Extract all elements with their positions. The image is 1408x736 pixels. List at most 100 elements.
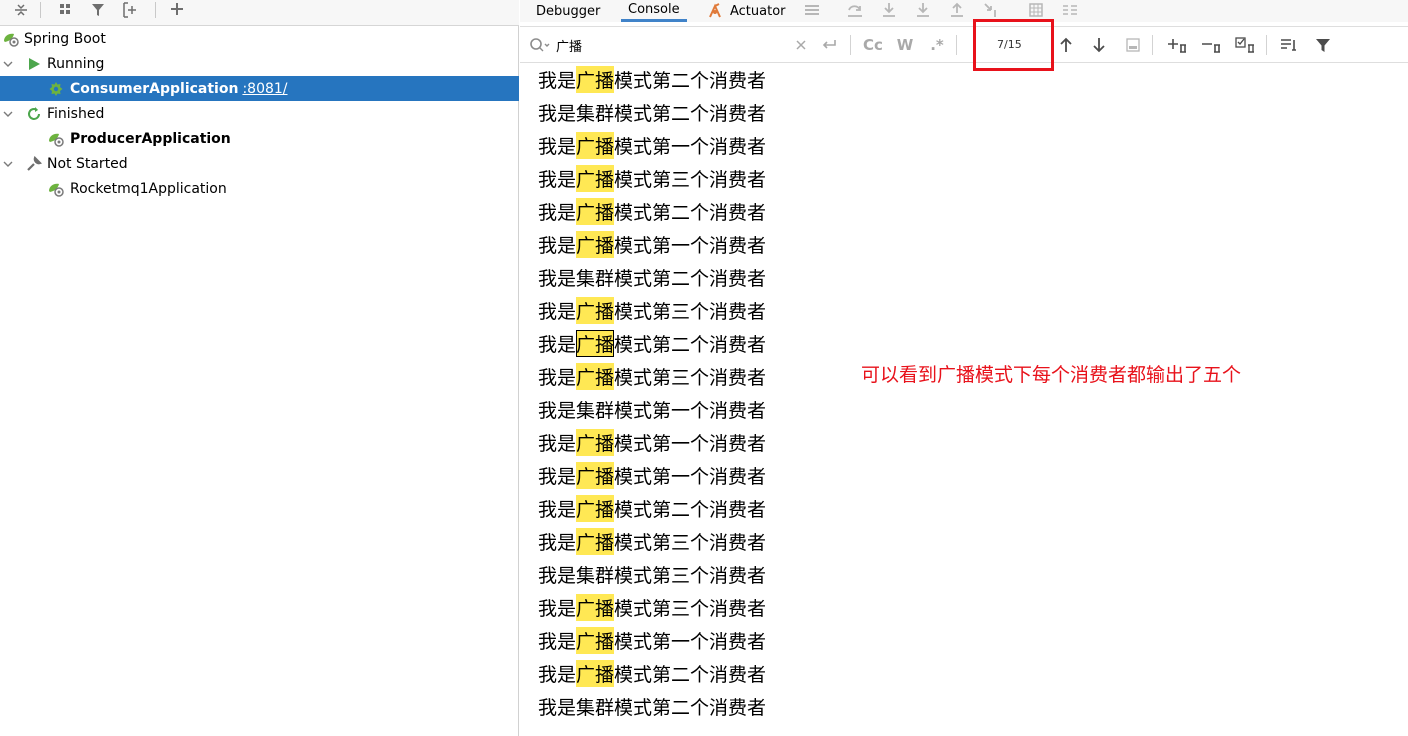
search-separator — [1152, 35, 1153, 55]
current-search-match: 广播 — [576, 330, 615, 357]
add-service-icon[interactable] — [167, 0, 189, 20]
new-line-icon[interactable] — [818, 35, 840, 55]
tree-node-running[interactable]: Running — [0, 51, 519, 76]
tree-node-label: Running — [47, 55, 105, 72]
console-line-text: 集群模式第二个消费者 — [576, 103, 767, 125]
tab-console[interactable]: Console — [621, 0, 687, 22]
console-line: 我是 广播 模式第三个消费者 — [538, 294, 766, 327]
console-line-text: 集群模式第二个消费者 — [576, 268, 767, 290]
search-icon[interactable] — [528, 35, 552, 55]
tree-node-consumer-application[interactable]: ConsumerApplication:8081/ — [0, 76, 519, 101]
tab-actuator[interactable]: Actuator — [708, 0, 786, 22]
search-separator — [850, 35, 851, 55]
search-match-highlight: 广播 — [576, 627, 615, 654]
console-line-text: 模式第二个消费者 — [614, 664, 767, 686]
console-line-text: 我是 — [538, 70, 577, 92]
tree-node-label: Finished — [47, 105, 105, 122]
tree-node-label: Spring Boot — [24, 30, 106, 47]
console-line-text: 模式第一个消费者 — [614, 136, 767, 158]
spring-boot-icon — [47, 130, 65, 148]
console-line-text: 我是 — [538, 235, 577, 257]
tree-node-not-started[interactable]: Not Started — [0, 151, 519, 176]
console-line-text: 模式第三个消费者 — [614, 367, 767, 389]
console-line-text: 模式第二个消费者 — [614, 202, 767, 224]
console-line: 我是 广播 模式第一个消费者 — [538, 129, 766, 162]
search-match-highlight: 广播 — [576, 462, 615, 489]
console-line-text: 我是 — [538, 334, 577, 356]
chevron-down-icon[interactable] — [1, 57, 15, 71]
console-line-text: 集群模式第一个消费者 — [576, 400, 767, 422]
tree-node-finished[interactable]: Finished — [0, 101, 519, 126]
search-input[interactable]: 广播 — [556, 36, 582, 55]
tree-node-producer-application[interactable]: ProducerApplication — [0, 126, 519, 151]
console-line-text: 模式第一个消费者 — [614, 466, 767, 488]
console-panel: Debugger Console Actuator 广播 Cc W .* 7/1… — [520, 0, 1408, 736]
add-occurrence-icon[interactable] — [1165, 35, 1191, 55]
console-output: 我是 广播 模式第二个消费者 我是 集群模式第二个消费者 我是 广播 模式第一个消费者 我是 广播… — [520, 63, 1408, 736]
regex-toggle[interactable]: .* — [926, 35, 948, 55]
search-match-highlight: 广播 — [576, 660, 615, 687]
console-line: 我是 广播 模式第二个消费者 — [538, 492, 766, 525]
next-occurrence-icon[interactable] — [1088, 35, 1110, 55]
chevron-down-icon[interactable] — [1, 157, 15, 171]
tree-node-rocketmq1-application[interactable]: Rocketmq1Application — [0, 176, 519, 201]
search-separator — [956, 35, 957, 55]
ide-window: Spring Boot Running ConsumerApplication:… — [0, 0, 1408, 736]
soft-wrap-icon[interactable] — [1278, 35, 1300, 55]
console-line: 我是 集群模式第二个消费者 — [538, 96, 766, 129]
console-line-text: 我是 — [538, 532, 577, 554]
search-match-highlight: 广播 — [576, 495, 615, 522]
search-separator — [1266, 35, 1267, 55]
console-line: 我是 广播 模式第二个消费者 — [538, 63, 766, 96]
step-out-icon[interactable] — [946, 0, 968, 20]
toolbar-separator — [40, 2, 41, 18]
match-case-toggle[interactable]: Cc — [860, 35, 886, 55]
tree-node-label: ProducerApplication — [70, 130, 231, 147]
run-to-cursor-icon[interactable] — [980, 0, 1002, 20]
select-all-occurrences-icon[interactable] — [1233, 35, 1259, 55]
toolbar-separator — [155, 2, 156, 18]
tree-node-label: Rocketmq1Application — [70, 180, 227, 197]
remove-occurrence-icon[interactable] — [1199, 35, 1225, 55]
search-match-highlight: 广播 — [576, 198, 615, 225]
console-line: 我是 广播 模式第三个消费者 — [538, 525, 766, 558]
search-match-highlight: 广播 — [576, 594, 615, 621]
menu-icon[interactable] — [801, 0, 823, 20]
console-line-text: 集群模式第二个消费者 — [576, 697, 767, 719]
collapse-all-icon[interactable] — [10, 0, 32, 20]
previous-occurrence-icon[interactable] — [1055, 35, 1077, 55]
evaluate-expression-icon[interactable] — [1025, 0, 1047, 20]
new-tab-icon[interactable] — [120, 0, 142, 20]
console-line: 我是 广播 模式第二个消费者 — [538, 327, 766, 360]
filter-icon[interactable] — [1312, 35, 1334, 55]
tab-debugger[interactable]: Debugger — [536, 0, 600, 22]
console-line: 我是 广播 模式第一个消费者 — [538, 426, 766, 459]
port-link[interactable]: :8081/ — [242, 81, 287, 97]
search-match-highlight: 广播 — [576, 231, 615, 258]
filter-search-results-icon[interactable] — [1122, 35, 1144, 55]
search-match-highlight: 广播 — [576, 165, 615, 192]
console-line: 我是 集群模式第二个消费者 — [538, 690, 766, 723]
group-by-icon[interactable] — [55, 0, 77, 20]
console-line-text: 我是 — [538, 367, 577, 389]
force-step-into-icon[interactable] — [912, 0, 934, 20]
console-line: 我是 广播 模式第一个消费者 — [538, 624, 766, 657]
step-into-icon[interactable] — [878, 0, 900, 20]
console-line-text: 我是 — [538, 631, 577, 653]
console-line-text: 我是 — [538, 400, 577, 422]
console-line-text: 我是 — [538, 565, 577, 587]
trace-icon[interactable] — [1059, 0, 1081, 20]
tool-tab-bar: Debugger Console Actuator — [520, 0, 1408, 22]
console-line-text: 模式第一个消费者 — [614, 433, 767, 455]
search-match-highlight: 广播 — [576, 429, 615, 456]
chevron-down-icon[interactable] — [1, 107, 15, 121]
console-line-text: 我是 — [538, 697, 577, 719]
whole-words-toggle[interactable]: W — [894, 35, 916, 55]
clear-search-icon[interactable] — [790, 35, 812, 55]
run-icon — [25, 55, 43, 73]
console-line-text: 我是 — [538, 169, 577, 191]
step-over-icon[interactable] — [844, 0, 866, 20]
filter-icon[interactable] — [88, 0, 110, 20]
tree-node-spring-boot[interactable]: Spring Boot — [0, 26, 519, 51]
app-name: ConsumerApplication — [70, 80, 239, 97]
